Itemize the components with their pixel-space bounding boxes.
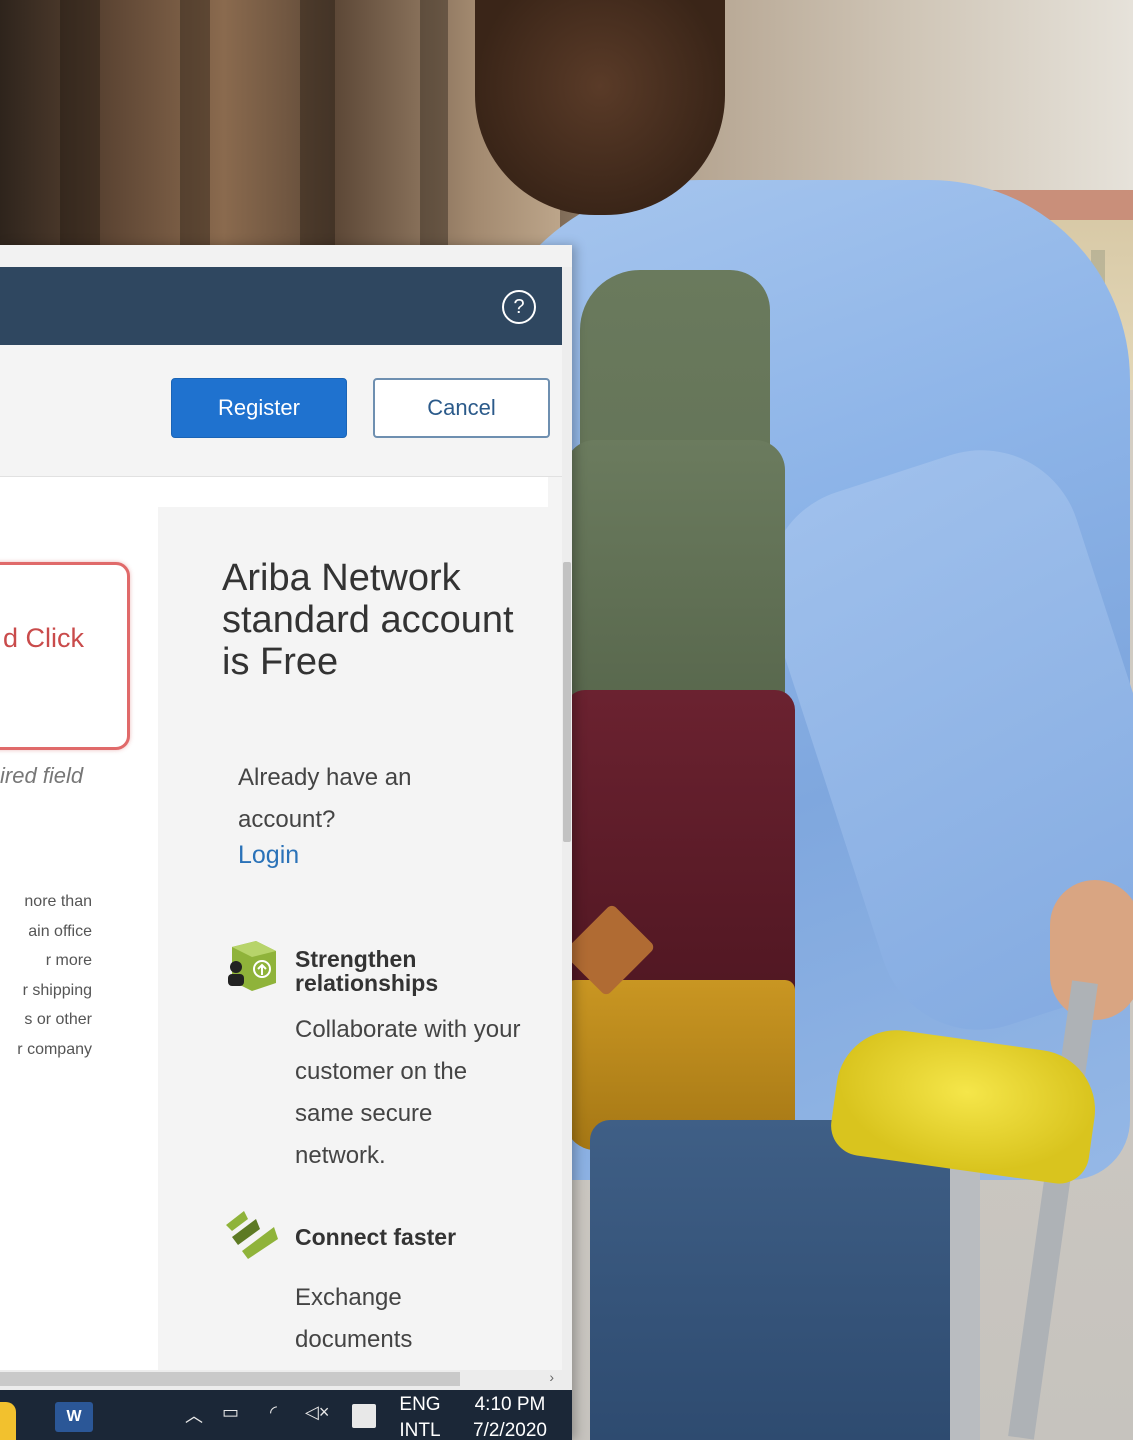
- scroll-right-arrow-icon[interactable]: ›: [549, 1369, 554, 1385]
- clock[interactable]: 4:10 PM 7/2/2020: [470, 1392, 550, 1440]
- volume-mute-icon[interactable]: ◁×: [305, 1402, 329, 1423]
- already-have-account-text: Already have an account?: [238, 764, 412, 833]
- description-line: r more: [45, 952, 92, 969]
- word-app-icon[interactable]: W: [55, 1402, 93, 1432]
- info-sidebar: Ariba Network standard account is Free A…: [170, 507, 548, 1370]
- keyboard-layout: INTL: [399, 1420, 441, 1440]
- connect-arrows-icon: [226, 1211, 278, 1259]
- description-line: s or other: [24, 1011, 92, 1028]
- login-link[interactable]: Login: [238, 841, 299, 870]
- clock-time: 4:10 PM: [474, 1394, 546, 1415]
- registration-window: ? Register Cancel d Click ired field nor…: [0, 245, 572, 1440]
- notification-icon[interactable]: [352, 1404, 376, 1428]
- people-network-icon: [228, 941, 276, 991]
- page-content: Register Cancel d Click ired field nore …: [0, 345, 562, 1370]
- required-field-note: ired field: [0, 763, 84, 788]
- feature-title: Connect faster: [295, 1224, 457, 1250]
- description-line: ain office: [28, 922, 92, 940]
- callout-text: d Click: [3, 623, 85, 653]
- taskbar-app-icon[interactable]: [0, 1402, 16, 1440]
- network-icon[interactable]: ▭: [222, 1402, 239, 1423]
- description-line: nore than: [24, 893, 92, 910]
- clock-date: 7/2/2020: [473, 1420, 547, 1440]
- windows-taskbar: W ︿ ▭ ◜ ◁× ENG INTL 4:10 PM 7/2/2020: [0, 1390, 572, 1440]
- language-code: ENG: [399, 1394, 441, 1415]
- company-description: nore than ain office r more r shipping s…: [0, 887, 92, 1064]
- registration-form: d Click ired field nore than ain office …: [0, 477, 158, 1370]
- app-header: ?: [0, 267, 562, 345]
- feature-description: Collaborate with your customer on the sa…: [295, 1016, 521, 1169]
- vertical-scrollbar[interactable]: [562, 267, 572, 1370]
- sidebar-top-strip: [158, 477, 548, 507]
- instruction-callout: d Click: [0, 562, 130, 750]
- description-line: r company: [17, 1040, 92, 1058]
- sidebar-title: Ariba Network standard account is Free: [222, 557, 514, 683]
- language-indicator[interactable]: ENG INTL: [398, 1392, 442, 1440]
- feature-title: Strengthen relationships: [295, 946, 439, 996]
- horizontal-scrollbar-thumb[interactable]: [0, 1372, 460, 1386]
- vertical-scrollbar-thumb[interactable]: [563, 562, 571, 842]
- feature-description: Exchange documents: [295, 1284, 413, 1353]
- register-button[interactable]: Register: [171, 378, 347, 438]
- help-icon[interactable]: ?: [502, 290, 536, 324]
- wifi-icon[interactable]: ◜: [270, 1402, 277, 1423]
- window-titlebar: [0, 245, 572, 267]
- cancel-button[interactable]: Cancel: [373, 378, 550, 438]
- description-line: r shipping: [22, 981, 92, 999]
- chevron-up-icon[interactable]: ︿: [185, 1402, 203, 1428]
- horizontal-scrollbar[interactable]: ›: [0, 1369, 572, 1390]
